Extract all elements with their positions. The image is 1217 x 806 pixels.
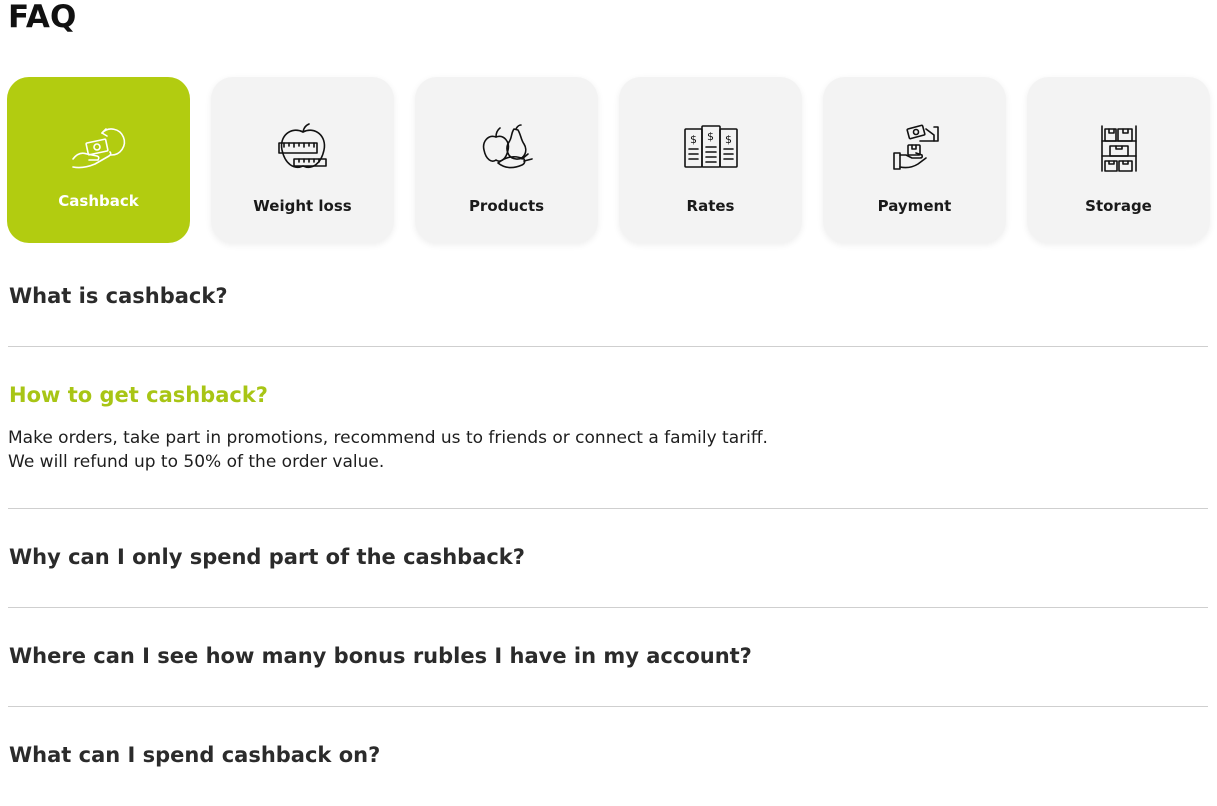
tab-storage[interactable]: Storage [1027, 77, 1210, 243]
faq-item-expanded[interactable]: How to get cashback? Make orders, take p… [8, 347, 1208, 509]
tab-label: Storage [1085, 197, 1152, 215]
tab-label: Cashback [58, 192, 139, 210]
faq-question[interactable]: What is cashback? [8, 284, 228, 308]
svg-text:$: $ [725, 133, 732, 146]
fruits-vegetables-icon [478, 123, 536, 173]
faq-question[interactable]: How to get cashback? [8, 383, 268, 407]
faq-item[interactable]: What is cashback? [8, 248, 1208, 347]
hand-payment-icon [886, 123, 944, 173]
page-title: FAQ [8, 0, 77, 35]
faq-answer: Make orders, take part in promotions, re… [8, 428, 768, 472]
faq-question[interactable]: Where can I see how many bonus rubles I … [8, 644, 752, 668]
faq-item[interactable]: What can I spend cashback on? [8, 707, 1208, 806]
category-tabs: Cashback Weight loss Products $ $ $ Rate… [7, 77, 1212, 243]
tab-label: Weight loss [253, 197, 352, 215]
price-menu-icon: $ $ $ [682, 123, 740, 173]
svg-text:$: $ [690, 133, 697, 146]
tab-label: Rates [686, 197, 735, 215]
tab-weight-loss[interactable]: Weight loss [211, 77, 394, 243]
storage-shelves-icon [1090, 123, 1148, 173]
tab-cashback[interactable]: Cashback [7, 77, 190, 243]
tab-rates[interactable]: $ $ $ Rates [619, 77, 802, 243]
svg-text:$: $ [707, 130, 714, 143]
faq-accordion: What is cashback? How to get cashback? M… [8, 248, 1208, 806]
apple-measuring-tape-icon [274, 123, 332, 173]
faq-item[interactable]: Why can I only spend part of the cashbac… [8, 509, 1208, 608]
faq-question[interactable]: Why can I only spend part of the cashbac… [8, 545, 525, 569]
tab-products[interactable]: Products [415, 77, 598, 243]
tab-label: Products [468, 197, 545, 215]
faq-item[interactable]: Where can I see how many bonus rubles I … [8, 608, 1208, 707]
tab-label: Payment [877, 197, 952, 215]
faq-question[interactable]: What can I spend cashback on? [8, 743, 380, 767]
cashback-hand-money-icon [70, 123, 128, 173]
tab-payment[interactable]: Payment [823, 77, 1006, 243]
